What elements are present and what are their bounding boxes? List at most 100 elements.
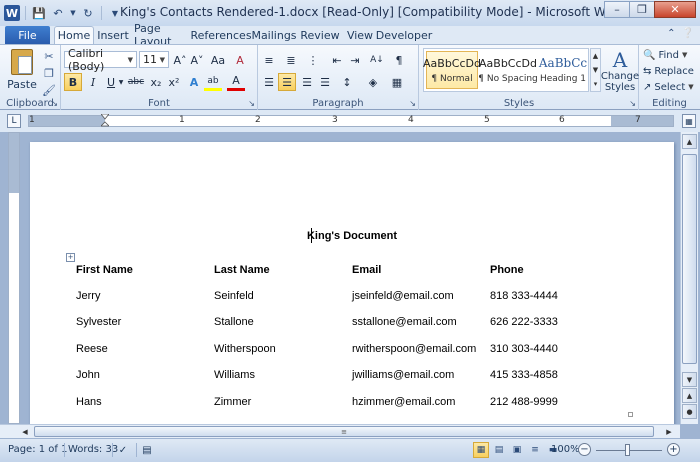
line-spacing-button[interactable]: ↕ (338, 73, 356, 91)
proofing-icon[interactable]: ✓ (116, 443, 130, 457)
style-normal[interactable]: AaBbCcDd ¶ Normal (423, 51, 481, 89)
chevron-up-icon[interactable]: ▲ (593, 52, 598, 60)
strikethrough-button[interactable]: abc (125, 73, 147, 91)
show-formatting-marks-button[interactable]: ¶ (390, 51, 408, 69)
shading-button[interactable]: ◈ (364, 73, 382, 91)
tab-references[interactable]: References (190, 26, 251, 44)
shrink-font-button[interactable]: A˅ (188, 51, 206, 69)
select-button[interactable]: ↗ Select ▼ (643, 80, 694, 94)
full-screen-reading-button[interactable]: ▤ (491, 442, 507, 458)
increase-indent-button[interactable]: ⇥ (346, 51, 364, 69)
underline-dropdown-icon[interactable]: ▼ (117, 73, 125, 91)
table-move-handle-icon[interactable]: + (66, 253, 75, 262)
minimize-ribbon-icon[interactable]: ⌃ (667, 28, 675, 39)
vertical-ruler[interactable] (8, 132, 20, 424)
table-cell[interactable]: 212 488-9999 (490, 396, 558, 408)
change-case-button[interactable]: Aa (209, 51, 227, 69)
zoom-level[interactable]: 100% (551, 444, 580, 455)
align-left-button[interactable]: ☰ (260, 73, 278, 91)
table-header[interactable]: Phone (490, 264, 524, 276)
view-ruler-icon[interactable]: ▦ (682, 114, 696, 128)
browse-object-icon[interactable]: ● (682, 404, 697, 419)
table-cell[interactable]: sstallone@email.com (352, 316, 457, 328)
grow-font-button[interactable]: A˄ (171, 51, 189, 69)
table-header[interactable]: Email (352, 264, 381, 276)
table-header[interactable]: First Name (76, 264, 133, 276)
document-page[interactable]: King's Document + First Name Last Name E… (30, 142, 674, 424)
table-header[interactable]: Last Name (214, 264, 270, 276)
bold-button[interactable]: B (64, 73, 82, 91)
horizontal-scrollbar[interactable]: ◀ ≡ ▶ (0, 424, 680, 438)
clear-formatting-button[interactable]: A (231, 51, 249, 69)
tab-mailings[interactable]: Mailings (251, 26, 296, 44)
style-no-spacing[interactable]: AaBbCcDd ¶ No Spacing (478, 51, 538, 89)
styles-launcher-icon[interactable]: ↘ (629, 99, 636, 108)
borders-button[interactable]: ▦ (388, 73, 406, 91)
table-cell[interactable]: 415 333-4858 (490, 369, 558, 381)
highlight-color-button[interactable]: ab (204, 73, 222, 91)
undo-dropdown-icon[interactable]: ▼ (69, 5, 77, 21)
tab-review[interactable]: Review (300, 26, 339, 44)
table-cell[interactable]: rwitherspoon@email.com (352, 343, 476, 355)
vertical-scroll-thumb[interactable] (682, 154, 697, 364)
table-cell[interactable]: Jerry (76, 290, 100, 302)
subscript-button[interactable]: x₂ (147, 73, 165, 91)
tab-developer[interactable]: Developer (376, 26, 433, 44)
macro-recording-icon[interactable]: ▤ (140, 443, 154, 457)
table-cell[interactable]: 310 303-4440 (490, 343, 558, 355)
align-right-button[interactable]: ☰ (298, 73, 316, 91)
horizontal-scroll-thumb[interactable]: ≡ (34, 426, 654, 437)
document-title[interactable]: King's Document (30, 230, 674, 242)
scroll-up-icon[interactable]: ▲ (682, 134, 697, 149)
table-cell[interactable]: John (76, 369, 100, 381)
web-layout-button[interactable]: ▣ (509, 442, 525, 458)
numbering-button[interactable]: ≣ (282, 51, 300, 69)
bullets-button[interactable]: ≡ (260, 51, 278, 69)
outline-view-button[interactable]: ≡ (527, 442, 543, 458)
font-launcher-icon[interactable]: ↘ (248, 99, 255, 108)
more-icon[interactable]: ▾ (594, 80, 598, 88)
table-cell[interactable]: Seinfeld (214, 290, 254, 302)
zoom-slider-thumb[interactable] (625, 444, 630, 456)
decrease-indent-button[interactable]: ⇤ (328, 51, 346, 69)
format-painter-icon[interactable]: 🖌 (42, 83, 56, 97)
paste-button[interactable]: Paste (6, 49, 38, 93)
table-cell[interactable]: jwilliams@email.com (352, 369, 454, 381)
scroll-right-icon[interactable]: ▶ (662, 426, 676, 437)
superscript-button[interactable]: x² (165, 73, 183, 91)
table-cell[interactable]: Stallone (214, 316, 254, 328)
tab-file[interactable]: File (5, 26, 50, 44)
table-cell[interactable]: 818 333-4444 (490, 290, 558, 302)
vertical-scrollbar[interactable]: ▲ ▼ ▲ ● (680, 132, 698, 424)
scroll-down-icon[interactable]: ▼ (682, 372, 697, 387)
save-icon[interactable]: 💾 (31, 5, 47, 21)
table-cell[interactable]: Hans (76, 396, 102, 408)
chevron-down-icon[interactable]: ▼ (593, 66, 598, 74)
word-count[interactable]: Words: 33 (68, 444, 118, 455)
table-cell[interactable]: Williams (214, 369, 255, 381)
close-button[interactable]: ✕ (654, 1, 696, 18)
styles-gallery-scroll[interactable]: ▲ ▼ ▾ (590, 48, 601, 92)
table-cell[interactable]: 626 222-3333 (490, 316, 558, 328)
tab-view[interactable]: View (346, 26, 374, 44)
table-cell[interactable]: Reese (76, 343, 108, 355)
font-family-select[interactable]: Calibri (Body) ▼ (64, 47, 137, 73)
font-size-select[interactable]: 11 ▼ (139, 51, 169, 68)
horizontal-ruler[interactable]: 1 1 2 3 4 5 6 7 (28, 114, 674, 127)
zoom-in-button[interactable]: + (667, 443, 680, 456)
sort-button[interactable]: A↓ (368, 51, 386, 69)
redo-icon[interactable]: ↻ (80, 5, 96, 21)
tab-home[interactable]: Home (54, 26, 94, 44)
zoom-out-button[interactable]: − (578, 443, 591, 456)
scroll-left-icon[interactable]: ◀ (18, 426, 32, 437)
text-effects-button[interactable]: A (185, 73, 203, 91)
font-color-button[interactable]: A (227, 73, 245, 91)
previous-page-icon[interactable]: ▲ (682, 388, 697, 403)
multilevel-list-button[interactable]: ⋮ (304, 51, 322, 69)
tab-page-layout[interactable]: Page Layout (134, 22, 190, 48)
help-icon[interactable]: ❔ (682, 28, 694, 39)
table-resize-handle[interactable] (628, 412, 633, 417)
paragraph-launcher-icon[interactable]: ↘ (409, 99, 416, 108)
copy-icon[interactable]: ❐ (42, 66, 56, 80)
style-heading-1[interactable]: AaBbCc Heading 1 (538, 51, 588, 89)
